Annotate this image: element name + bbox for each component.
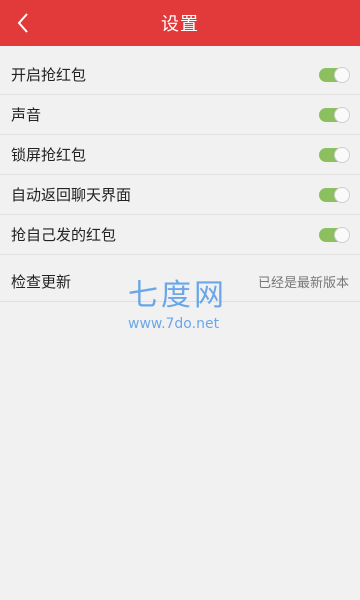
setting-row-lockscreen: 锁屏抢红包 (0, 135, 360, 175)
back-button[interactable] (0, 0, 46, 46)
page-title: 设置 (161, 14, 199, 35)
setting-row-auto-return: 自动返回聊天界面 (0, 175, 360, 215)
setting-label: 锁屏抢红包 (11, 146, 87, 164)
setting-row-auto-grab: 开启抢红包 (0, 55, 360, 95)
check-update-label: 检查更新 (11, 273, 72, 291)
toggle-knob (334, 106, 350, 123)
watermark-url: www.7do.net (128, 316, 220, 332)
update-status-text: 已经是最新版本 (257, 276, 349, 291)
setting-label: 开启抢红包 (11, 66, 87, 84)
sound-toggle[interactable] (319, 106, 350, 123)
toggle-knob (334, 186, 350, 203)
chevron-left-icon (17, 13, 28, 33)
settings-screen: 设置 开启抢红包 声音 锁屏抢红包 自动返回聊天界面 抢自己发的红包 检查更新 … (0, 0, 360, 600)
lockscreen-grab-toggle[interactable] (319, 146, 350, 163)
header-bar: 设置 (0, 0, 360, 46)
setting-label: 自动返回聊天界面 (11, 186, 132, 204)
setting-label: 声音 (11, 106, 42, 124)
setting-row-sound: 声音 (0, 95, 360, 135)
auto-return-toggle[interactable] (319, 186, 350, 203)
toggle-knob (334, 146, 350, 163)
toggle-knob (334, 66, 350, 83)
auto-grab-toggle[interactable] (319, 66, 350, 83)
setting-row-grab-own: 抢自己发的红包 (0, 215, 360, 255)
setting-label: 抢自己发的红包 (11, 226, 117, 244)
grab-own-toggle[interactable] (319, 226, 350, 243)
settings-list: 开启抢红包 声音 锁屏抢红包 自动返回聊天界面 抢自己发的红包 (0, 55, 360, 255)
check-update-row[interactable]: 检查更新 已经是最新版本 (0, 262, 360, 302)
toggle-knob (334, 226, 350, 243)
